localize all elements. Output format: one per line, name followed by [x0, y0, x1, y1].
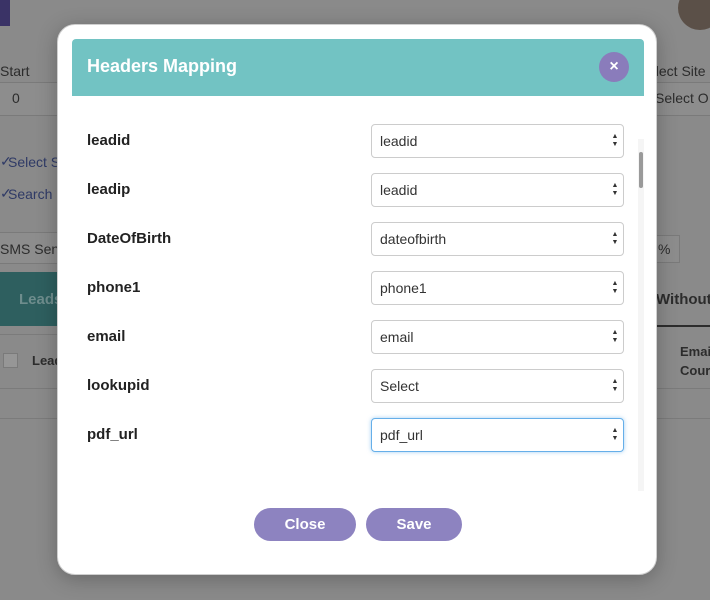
headers-mapping-dialog: Headers Mapping × leadid leadid ▲ ▼ leadi…: [57, 24, 657, 575]
select-link: Select S: [8, 154, 61, 170]
col-email-header-1: Emai: [680, 344, 710, 359]
scrollbar-track[interactable]: [638, 139, 644, 491]
select-site-value: Select O: [655, 90, 709, 106]
updown-arrows-icon: ▲ ▼: [611, 133, 619, 148]
field-label: leadid: [87, 132, 131, 149]
mapping-select-dateofbirth[interactable]: dateofbirth ▲ ▼: [371, 222, 624, 256]
mapping-select-lookupid[interactable]: Select ▲ ▼: [371, 369, 624, 403]
mapping-select-pdf-url[interactable]: pdf_url ▲ ▼: [371, 418, 624, 452]
table-row-border: [0, 388, 60, 389]
select-value: dateofbirth: [380, 231, 447, 247]
select-value: phone1: [380, 280, 427, 296]
field-label: leadip: [87, 181, 131, 198]
select-value: leadid: [380, 133, 418, 149]
col-email-header-2: Cour: [680, 363, 710, 378]
avatar: [678, 0, 710, 30]
mapping-select-email[interactable]: email ▲ ▼: [371, 320, 624, 354]
without-tab-label: Without S: [656, 291, 710, 308]
field-label: DateOfBirth: [87, 230, 172, 247]
modal-title: Headers Mapping: [87, 56, 238, 76]
start-label: Start: [0, 63, 30, 79]
without-tab-underline: [656, 325, 710, 327]
mapping-row-dateofbirth: DateOfBirth dateofbirth ▲ ▼: [87, 222, 624, 256]
save-button[interactable]: Save: [366, 508, 462, 541]
field-label: phone1: [87, 279, 141, 296]
mapping-select-leadid[interactable]: leadid ▲ ▼: [371, 124, 624, 158]
table-row-border-right-2: [656, 418, 710, 419]
mapping-row-lookupid: lookupid Select ▲ ▼: [87, 369, 624, 403]
search-link: Search l: [8, 186, 60, 202]
modal-content: Headers Mapping × leadid leadid ▲ ▼ leadi…: [72, 39, 644, 562]
field-label: email: [87, 328, 126, 345]
updown-arrows-icon: ▲ ▼: [611, 427, 619, 442]
updown-arrows-icon: ▲ ▼: [611, 329, 619, 344]
corner-logo: [0, 0, 10, 26]
select-value: leadid: [380, 182, 418, 198]
updown-arrows-icon: ▲ ▼: [611, 182, 619, 197]
table-top-border: [0, 334, 60, 335]
sms-sent-label: SMS Sent: [0, 241, 64, 257]
mapping-select-phone1[interactable]: phone1 ▲ ▼: [371, 271, 624, 305]
table-row-border-2: [0, 418, 60, 419]
scrollbar-thumb[interactable]: [639, 152, 643, 188]
percent-label: %: [658, 241, 671, 257]
select-value: pdf_url: [380, 427, 423, 443]
field-label: lookupid: [87, 377, 150, 394]
mapping-row-phone1: phone1 phone1 ▲ ▼: [87, 271, 624, 305]
close-icon[interactable]: ×: [599, 52, 629, 82]
updown-arrows-icon: ▲ ▼: [611, 231, 619, 246]
start-input: [0, 82, 60, 116]
select-value: Select: [380, 378, 419, 394]
close-button[interactable]: Close: [254, 508, 356, 541]
updown-arrows-icon: ▲ ▼: [611, 378, 619, 393]
select-value: email: [380, 329, 414, 345]
mapping-row-leadid: leadid leadid ▲ ▼: [87, 124, 624, 158]
mapping-row-email: email email ▲ ▼: [87, 320, 624, 354]
updown-arrows-icon: ▲ ▼: [611, 280, 619, 295]
modal-header: Headers Mapping ×: [72, 39, 644, 96]
table-row-border-right: [656, 388, 710, 389]
leads-tab-label: Leads: [19, 291, 63, 308]
field-label: pdf_url: [87, 426, 138, 443]
select-all-checkbox: [3, 353, 18, 368]
mapping-row-leadip: leadip leadid ▲ ▼: [87, 173, 624, 207]
mapping-select-leadip[interactable]: leadid ▲ ▼: [371, 173, 624, 207]
mapping-row-pdf-url: pdf_url pdf_url ▲ ▼: [87, 418, 624, 452]
mapping-form: leadid leadid ▲ ▼ leadip leadid ▲ ▼ DateOf…: [72, 96, 644, 491]
start-value: 0: [12, 90, 20, 106]
